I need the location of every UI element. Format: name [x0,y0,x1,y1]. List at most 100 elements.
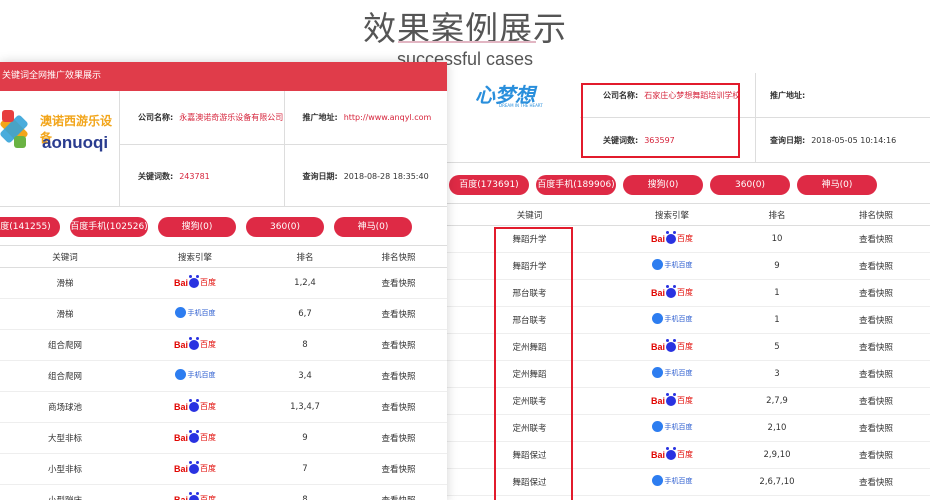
company-logo-left: 澳诺西游乐设备 aonuoqi [0,91,120,206]
keyword-cell: 小型蹦床 [0,484,130,500]
table-row: 商场球池 Bai 百度 1,3,4,7 查看快照 [0,391,447,423]
snapshot-link[interactable]: 查看快照 [822,333,930,361]
rank-cell: 1 [732,279,822,307]
keyword-count-value: 243781 [179,171,210,181]
logo-mark-icon [0,108,36,152]
engine-cell: 手机百度 [612,414,732,442]
promo-url-cell: 推广地址: [755,73,930,118]
tab-360[interactable]: 360(0) [710,175,790,195]
snapshot-link[interactable]: 查看快照 [822,387,930,415]
snapshot-link[interactable]: 查看快照 [822,252,930,280]
rank-cell: 9 [732,252,822,280]
col-engine: 搜索引擎 [130,245,260,268]
tab-baidu[interactable]: 百度(141255) [0,217,60,237]
engine-cell: Bai 百度 [612,279,732,307]
tab-360[interactable]: 360(0) [246,217,324,237]
keyword-cell: 组合爬网 [0,360,130,392]
snapshot-link[interactable]: 查看快照 [822,279,930,307]
tab-baidu-mobile[interactable]: 百度手机(102526) [70,217,148,237]
snapshot-link[interactable]: 查看快照 [822,306,930,334]
baidu-logo-icon: Bai 百度 [173,429,216,443]
col-keyword: 关键词 [447,203,612,226]
snapshot-link[interactable]: 查看快照 [350,360,447,392]
engine-cell: Bai 百度 [130,329,260,361]
snapshot-link[interactable]: 查看快照 [350,298,447,330]
baidu-logo-icon: Bai 百度 [174,491,216,500]
logo-sub-right: DREAM IN THE HEART [499,103,543,108]
rank-cell: 1,3,4,7 [260,391,350,423]
case-panel-left: 关键词全网推广效果展示 澳诺西游乐设备 aonuoqi 公司名称: 永嘉澳诺奇游… [0,62,447,500]
baidu-logo-icon: Bai 百度 [650,230,693,244]
engine-tabs-right: 百度(173691) 百度手机(189906) 搜狗(0) 360(0) 神马(… [447,163,930,203]
engine-cell: 手机百度 [612,360,732,388]
keyword-cell: 大型非标 [0,422,130,454]
title-underline [398,41,536,43]
baidu-mobile-logo-icon: 手机百度 [651,367,693,378]
snapshot-link[interactable]: 查看快照 [350,484,447,500]
tab-baidu-mobile[interactable]: 百度手机(189906) [536,175,616,195]
rank-cell: 6,7 [260,298,350,330]
engine-cell: Bai 百度 [130,267,260,299]
snapshot-link[interactable]: 查看快照 [350,391,447,423]
engine-cell: 手机百度 [130,360,260,392]
table-row: 小型非标 Bai 百度 7 查看快照 [0,453,447,485]
snapshot-link[interactable]: 查看快照 [822,468,930,496]
snapshot-link[interactable]: 查看快照 [822,414,930,442]
rank-cell: 3,4 [260,360,350,392]
tab-shenma[interactable]: 神马(0) [797,175,877,195]
engine-cell: Bai 百度 [130,453,260,485]
rank-cell: 9 [260,422,350,454]
promo-url-value[interactable]: http://www.anqyl.com [344,113,432,122]
engine-cell: 手机百度 [612,468,732,496]
engine-tabs-left: 百度(141255) 百度手机(102526) 搜狗(0) 360(0) 神马(… [0,207,447,245]
tab-sogou[interactable]: 搜狗(0) [158,217,236,237]
rank-cell: 2,6,7,10 [732,468,822,496]
baidu-mobile-logo-icon: 手机百度 [651,475,693,486]
engine-cell: Bai 百度 [130,422,260,454]
table-row: 滑梯 手机百度 6,7 查看快照 [0,298,447,330]
baidu-mobile-logo-icon: 手机百度 [174,369,216,380]
table-row: 小型蹦床 Bai百度 8查看快照 [0,484,447,500]
query-date-cell: 查询日期: 2018-05-05 10:14:16 [755,118,930,163]
rank-cell: 8 [260,484,350,500]
table-header-row: 关键词 搜索引擎 排名 排名快照 [0,245,447,268]
tab-shenma[interactable]: 神马(0) [334,217,412,237]
snapshot-link[interactable]: 查看快照 [822,225,930,253]
highlight-box-company [581,83,740,158]
col-snapshot: 排名快照 [822,203,930,226]
baidu-mobile-logo-icon: 手机百度 [651,259,693,270]
table-row: 滑梯 Bai 百度 1,2,4 查看快照 [0,267,447,299]
baidu-mobile-logo-icon: 手机百度 [651,313,693,324]
tab-sogou[interactable]: 搜狗(0) [623,175,703,195]
col-engine: 搜索引擎 [612,203,732,226]
snapshot-link[interactable]: 查看快照 [822,441,930,469]
promo-url-cell: 推广地址: http://www.anqyl.com [283,91,447,145]
panel-header: 关键词全网推广效果展示 [0,62,447,91]
snapshot-link[interactable]: 查看快照 [350,422,447,454]
rank-cell: 2,7,9 [732,387,822,415]
company-name-cell: 公司名称: 永嘉澳诺奇游乐设备有限公司 [120,91,284,145]
snapshot-link[interactable]: 查看快照 [350,267,447,299]
rank-cell: 8 [260,329,350,361]
col-rank: 排名 [260,245,350,268]
table-header-row: 关键词 搜索引擎 排名 排名快照 [447,203,930,226]
baidu-mobile-logo-icon: 手机百度 [651,421,693,432]
table-row: 组合爬网 手机百度 3,4 查看快照 [0,360,447,392]
snapshot-link[interactable]: 查看快照 [350,329,447,361]
baidu-logo-icon: Bai 百度 [173,336,216,350]
ranking-table-left: 关键词 搜索引擎 排名 排名快照 滑梯 Bai 百度 1,2,4 查看快照 滑梯 手机百度 6… [0,245,447,500]
rank-cell: 2,10 [732,414,822,442]
baidu-logo-icon: Bai 百度 [650,338,693,352]
engine-cell: Bai 百度 [130,484,260,500]
engine-cell: 手机百度 [612,252,732,280]
table-row: 大型非标 Bai 百度 9 查看快照 [0,422,447,454]
baidu-logo-icon: Bai 百度 [173,460,216,474]
snapshot-link[interactable]: 查看快照 [350,453,447,485]
rank-cell: 5 [732,333,822,361]
keyword-cell: 滑梯 [0,298,130,330]
engine-cell: Bai 百度 [612,387,732,415]
keyword-count-cell: 关键词数: 243781 [138,171,210,181]
rank-cell: 1 [732,306,822,334]
snapshot-link[interactable]: 查看快照 [822,360,930,388]
tab-baidu[interactable]: 百度(173691) [449,175,529,195]
